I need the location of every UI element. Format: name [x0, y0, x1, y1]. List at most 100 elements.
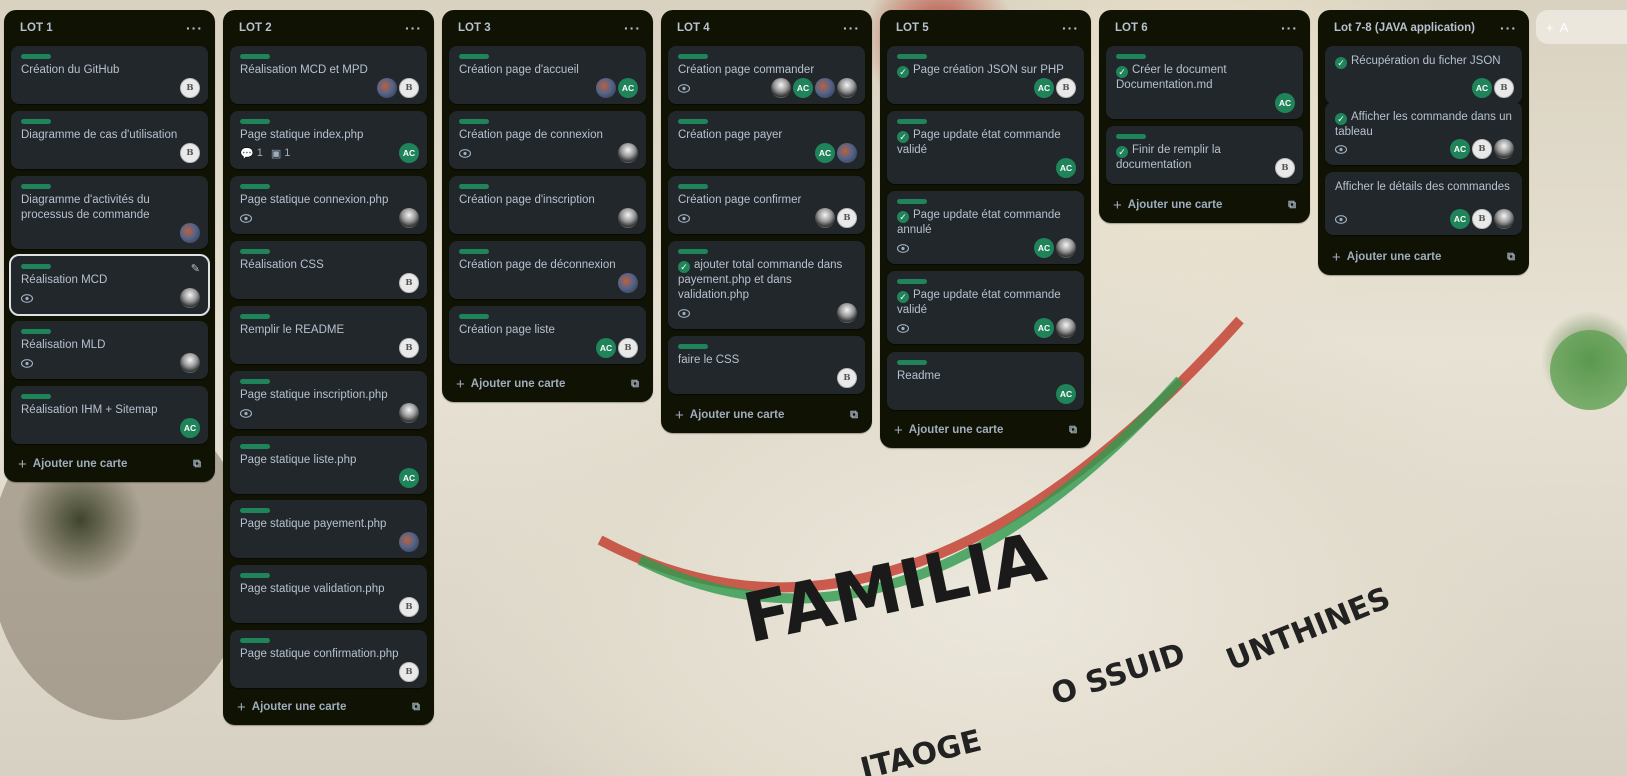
card-label[interactable]: [240, 379, 270, 384]
member-avatar[interactable]: B: [180, 143, 200, 163]
list-title[interactable]: LOT 2: [239, 22, 272, 34]
member-avatar[interactable]: [815, 208, 835, 228]
card-label[interactable]: [21, 184, 51, 189]
member-avatar[interactable]: [596, 78, 616, 98]
card[interactable]: Diagramme d'activités du processus de co…: [11, 176, 208, 249]
card[interactable]: ✓ Récupération du ficher JSON AC B: [1325, 46, 1522, 104]
card-label[interactable]: [21, 394, 51, 399]
card-label[interactable]: [897, 199, 927, 204]
member-avatar[interactable]: B: [837, 208, 857, 228]
member-avatar[interactable]: [399, 208, 419, 228]
member-avatar[interactable]: AC: [399, 468, 419, 488]
card[interactable]: Page statique confirmation.php B: [230, 630, 427, 688]
member-avatar[interactable]: B: [399, 78, 419, 98]
card-label[interactable]: [897, 279, 927, 284]
member-avatar[interactable]: AC: [1034, 318, 1054, 338]
add-card-button[interactable]: + Ajouter une carte ⧉: [669, 401, 864, 429]
list-menu-icon[interactable]: ···: [624, 20, 641, 36]
card-label[interactable]: [240, 184, 270, 189]
member-avatar[interactable]: AC: [793, 78, 813, 98]
member-avatar[interactable]: [180, 288, 200, 308]
member-avatar[interactable]: B: [1472, 139, 1492, 159]
card[interactable]: Page statique inscription.php: [230, 371, 427, 429]
template-icon[interactable]: ⧉: [850, 409, 858, 422]
card[interactable]: Remplir le README B: [230, 306, 427, 364]
card[interactable]: ✓ Page création JSON sur PHP AC B: [887, 46, 1084, 104]
member-avatar[interactable]: [837, 303, 857, 323]
add-card-button[interactable]: + Ajouter une carte ⧉: [450, 370, 645, 398]
card[interactable]: Page statique index.php 💬 1 ▣ 1 AC: [230, 111, 427, 169]
member-avatar[interactable]: [1494, 139, 1514, 159]
list-title[interactable]: Lot 7-8 (JAVA application): [1334, 22, 1475, 34]
card[interactable]: ✓ Créer le document Documentation.md AC: [1106, 46, 1303, 119]
card[interactable]: ✓ ajouter total commande dans payement.ph…: [668, 241, 865, 329]
member-avatar[interactable]: [837, 143, 857, 163]
member-avatar[interactable]: B: [1472, 209, 1492, 229]
member-avatar[interactable]: B: [1056, 78, 1076, 98]
member-avatar[interactable]: [180, 353, 200, 373]
card[interactable]: ✓ Page update état commande validé AC: [887, 111, 1084, 184]
member-avatar[interactable]: AC: [1056, 384, 1076, 404]
template-icon[interactable]: ⧉: [1507, 251, 1515, 264]
card-label[interactable]: [897, 360, 927, 365]
add-card-button[interactable]: + Ajouter une carte ⧉: [1107, 191, 1302, 219]
member-avatar[interactable]: AC: [1450, 209, 1470, 229]
member-avatar[interactable]: B: [1275, 158, 1295, 178]
template-icon[interactable]: ⧉: [193, 458, 201, 471]
card-label[interactable]: [240, 54, 270, 59]
member-avatar[interactable]: [399, 532, 419, 552]
card-label[interactable]: [240, 508, 270, 513]
member-avatar[interactable]: [377, 78, 397, 98]
member-avatar[interactable]: [771, 78, 791, 98]
card-label[interactable]: [240, 573, 270, 578]
list-title[interactable]: LOT 6: [1115, 22, 1148, 34]
add-card-button[interactable]: + Ajouter une carte ⧉: [231, 693, 426, 721]
card-label[interactable]: [21, 119, 51, 124]
card-label[interactable]: [459, 54, 489, 59]
add-card-button[interactable]: + Ajouter une carte ⧉: [1326, 243, 1521, 271]
list-menu-icon[interactable]: ···: [1062, 20, 1079, 36]
list-menu-icon[interactable]: ···: [1281, 20, 1298, 36]
add-list-button[interactable]: + A: [1536, 10, 1627, 44]
card-label[interactable]: [21, 329, 51, 334]
edit-icon[interactable]: ✎: [191, 262, 200, 275]
list-menu-icon[interactable]: ···: [1500, 20, 1517, 36]
member-avatar[interactable]: [618, 208, 638, 228]
list-menu-icon[interactable]: ···: [843, 20, 860, 36]
member-avatar[interactable]: B: [399, 662, 419, 682]
card[interactable]: Réalisation MCD ✎: [9, 254, 210, 316]
card[interactable]: Réalisation IHM + Sitemap AC: [11, 386, 208, 444]
member-avatar[interactable]: B: [618, 338, 638, 358]
member-avatar[interactable]: AC: [180, 418, 200, 438]
card-label[interactable]: [1116, 134, 1146, 139]
member-avatar[interactable]: B: [399, 338, 419, 358]
member-avatar[interactable]: [1494, 209, 1514, 229]
card[interactable]: Création page commander AC: [668, 46, 865, 104]
card[interactable]: Création page d'inscription: [449, 176, 646, 234]
card[interactable]: Readme AC: [887, 352, 1084, 410]
member-avatar[interactable]: [180, 223, 200, 243]
member-avatar[interactable]: AC: [1034, 238, 1054, 258]
member-avatar[interactable]: B: [837, 368, 857, 388]
card-label[interactable]: [459, 119, 489, 124]
card[interactable]: ✓ Afficher les commande dans un tableau AC…: [1325, 102, 1522, 165]
member-avatar[interactable]: AC: [1056, 158, 1076, 178]
member-avatar[interactable]: AC: [596, 338, 616, 358]
member-avatar[interactable]: B: [399, 597, 419, 617]
member-avatar[interactable]: AC: [1450, 139, 1470, 159]
card-label[interactable]: [459, 249, 489, 254]
member-avatar[interactable]: B: [1494, 78, 1514, 98]
list-title[interactable]: LOT 3: [458, 22, 491, 34]
list-title[interactable]: LOT 1: [20, 22, 53, 34]
member-avatar[interactable]: AC: [1034, 78, 1054, 98]
card-label[interactable]: [240, 638, 270, 643]
member-avatar[interactable]: [815, 78, 835, 98]
card[interactable]: Page statique validation.php B: [230, 565, 427, 623]
card-label[interactable]: [240, 314, 270, 319]
card-label[interactable]: [678, 344, 708, 349]
card-label[interactable]: [678, 119, 708, 124]
card-label[interactable]: [897, 119, 927, 124]
card-label[interactable]: [897, 54, 927, 59]
member-avatar[interactable]: AC: [399, 143, 419, 163]
card[interactable]: Diagramme de cas d'utilisation B: [11, 111, 208, 169]
